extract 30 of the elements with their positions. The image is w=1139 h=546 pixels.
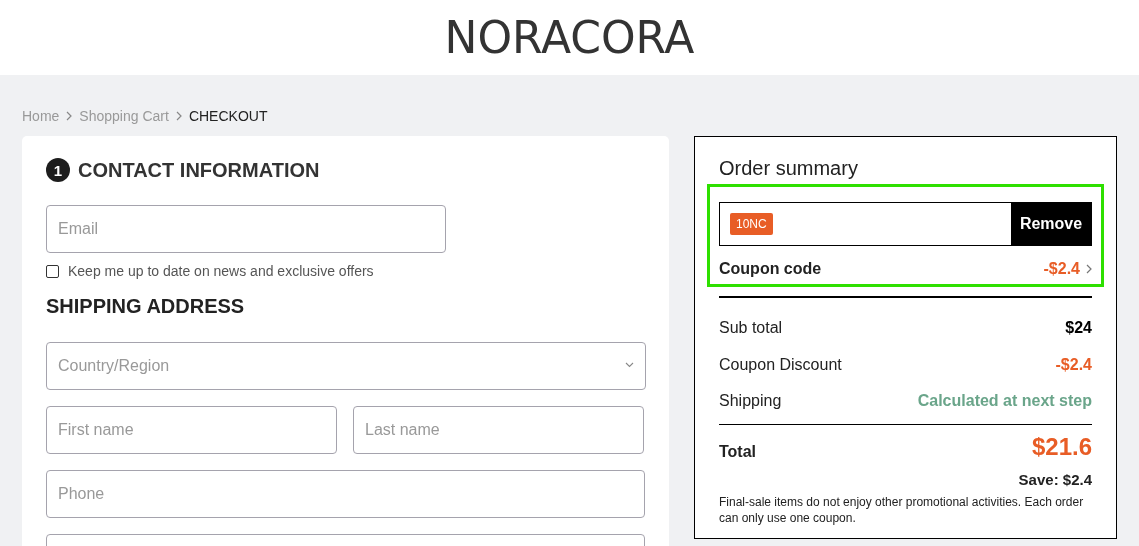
- summary-label: Sub total: [719, 319, 783, 338]
- remove-button[interactable]: Remove: [1011, 203, 1091, 245]
- savings-text: Save: $2.4: [1017, 469, 1093, 488]
- email-field[interactable]: Email: [46, 205, 446, 253]
- summary-value: -$2.4: [1055, 355, 1092, 374]
- chevron-down-icon: [625, 362, 634, 368]
- coupon-note: Final-sale items do not enjoy other promotional activities. Each order can only use one coupon.: [718, 493, 1085, 526]
- section-title: SHIPPING ADDRESS: [46, 295, 246, 318]
- total-value: $21.6: [1031, 432, 1092, 461]
- step-number: 1: [46, 158, 70, 182]
- coupon-tag: 10NC: [730, 213, 773, 235]
- checkbox-label[interactable]: Keep me up to date on news and exclusive offers: [68, 263, 374, 279]
- coupon-field[interactable]: 10NC Remove: [719, 202, 1092, 246]
- summary-title: Order summary: [718, 156, 859, 180]
- chevron-right-icon: [65, 111, 74, 121]
- summary-value: $24: [1065, 319, 1092, 338]
- summary-label: Shipping: [719, 392, 782, 411]
- country-select[interactable]: Country/Region: [46, 342, 646, 390]
- summary-label: Coupon Discount: [719, 355, 842, 374]
- brand-logo[interactable]: NORACORA: [444, 12, 695, 63]
- summary-value: Calculated at next step: [917, 392, 1092, 411]
- checkbox[interactable]: [46, 264, 59, 278]
- chevron-right-icon[interactable]: [1086, 264, 1092, 274]
- chevron-right-icon: [174, 111, 183, 121]
- total-label: Total: [719, 442, 757, 461]
- input-field[interactable]: First name: [46, 406, 337, 454]
- input-field[interactable]: Last name: [353, 406, 644, 454]
- section-title: CONTACT INFORMATION: [78, 158, 320, 182]
- coupon-label: Coupon code: [719, 260, 822, 278]
- input-field[interactable]: Phone: [46, 470, 645, 518]
